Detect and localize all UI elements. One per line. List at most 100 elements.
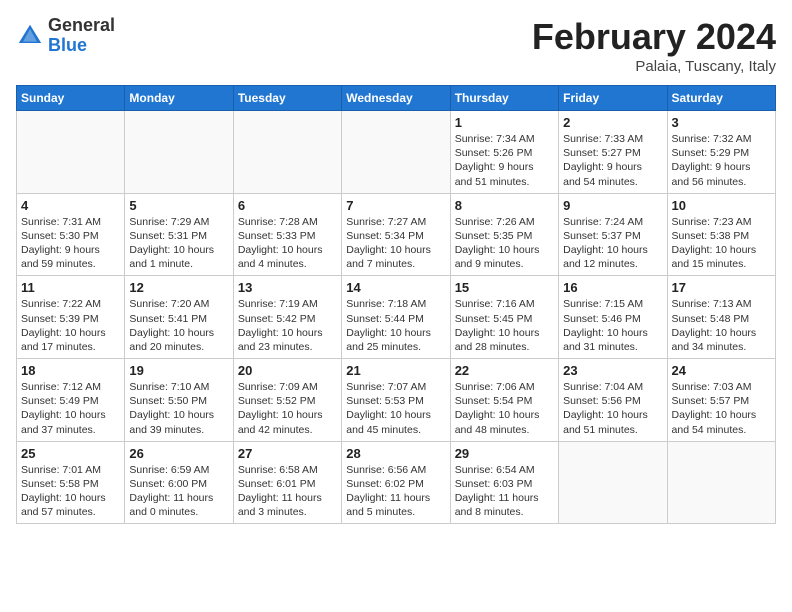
calendar-cell [17, 111, 125, 194]
calendar-cell: 2 Sunrise: 7:33 AM Sunset: 5:27 PM Daylig… [559, 111, 667, 194]
calendar-cell: 3 Sunrise: 7:32 AM Sunset: 5:29 PM Daylig… [667, 111, 775, 194]
day-number: 2 [563, 115, 662, 130]
location: Palaia, Tuscany, Italy [532, 58, 776, 75]
month-title: February 2024 [532, 16, 776, 58]
day-number: 8 [455, 198, 554, 213]
day-number: 14 [346, 280, 445, 295]
calendar-cell [667, 441, 775, 524]
day-number: 1 [455, 115, 554, 130]
day-number: 22 [455, 363, 554, 378]
logo-text: General Blue [48, 16, 115, 56]
header-cell-sunday: Sunday [17, 86, 125, 111]
calendar-cell [125, 111, 233, 194]
day-number: 21 [346, 363, 445, 378]
title-block: February 2024 Palaia, Tuscany, Italy [532, 16, 776, 75]
day-number: 3 [672, 115, 771, 130]
day-info: Sunrise: 7:07 AM Sunset: 5:53 PM Dayligh… [346, 380, 445, 437]
day-info: Sunrise: 6:59 AM Sunset: 6:00 PM Dayligh… [129, 463, 228, 520]
calendar-cell: 26 Sunrise: 6:59 AM Sunset: 6:00 PM Dayli… [125, 441, 233, 524]
day-info: Sunrise: 7:29 AM Sunset: 5:31 PM Dayligh… [129, 215, 228, 272]
day-number: 19 [129, 363, 228, 378]
day-info: Sunrise: 7:31 AM Sunset: 5:30 PM Dayligh… [21, 215, 120, 272]
calendar-cell: 15Sunrise: 7:16 AM Sunset: 5:45 PM Dayli… [450, 276, 558, 359]
header-cell-thursday: Thursday [450, 86, 558, 111]
calendar-cell: 16 Sunrise: 7:15 AM Sunset: 5:46 PM Dayli… [559, 276, 667, 359]
day-number: 24 [672, 363, 771, 378]
day-info: Sunrise: 7:32 AM Sunset: 5:29 PM Dayligh… [672, 132, 771, 189]
calendar-header: SundayMondayTuesdayWednesdayThursdayFrid… [17, 86, 776, 111]
calendar-cell: 8Sunrise: 7:26 AM Sunset: 5:35 PM Daylig… [450, 193, 558, 276]
calendar-cell: 23Sunrise: 7:04 AM Sunset: 5:56 PM Dayli… [559, 359, 667, 442]
calendar-cell: 10 Sunrise: 7:23 AM Sunset: 5:38 PM Dayli… [667, 193, 775, 276]
day-number: 7 [346, 198, 445, 213]
day-info: Sunrise: 7:12 AM Sunset: 5:49 PM Dayligh… [21, 380, 120, 437]
calendar-cell: 24 Sunrise: 7:03 AM Sunset: 5:57 PM Dayli… [667, 359, 775, 442]
calendar-cell [342, 111, 450, 194]
day-info: Sunrise: 7:06 AM Sunset: 5:54 PM Dayligh… [455, 380, 554, 437]
day-info: Sunrise: 7:09 AM Sunset: 5:52 PM Dayligh… [238, 380, 337, 437]
calendar-cell: 1 Sunrise: 7:34 AM Sunset: 5:26 PM Daylig… [450, 111, 558, 194]
day-number: 16 [563, 280, 662, 295]
day-info: Sunrise: 7:13 AM Sunset: 5:48 PM Dayligh… [672, 297, 771, 354]
day-number: 11 [21, 280, 120, 295]
calendar-cell [559, 441, 667, 524]
calendar-cell: 27 Sunrise: 6:58 AM Sunset: 6:01 PM Dayli… [233, 441, 341, 524]
day-info: Sunrise: 7:23 AM Sunset: 5:38 PM Dayligh… [672, 215, 771, 272]
day-number: 5 [129, 198, 228, 213]
day-number: 26 [129, 446, 228, 461]
calendar-cell: 13Sunrise: 7:19 AM Sunset: 5:42 PM Dayli… [233, 276, 341, 359]
day-info: Sunrise: 7:22 AM Sunset: 5:39 PM Dayligh… [21, 297, 120, 354]
calendar-row: 18 Sunrise: 7:12 AM Sunset: 5:49 PM Dayli… [17, 359, 776, 442]
day-info: Sunrise: 7:28 AM Sunset: 5:33 PM Dayligh… [238, 215, 337, 272]
calendar-cell: 11 Sunrise: 7:22 AM Sunset: 5:39 PM Dayli… [17, 276, 125, 359]
calendar-cell: 5 Sunrise: 7:29 AM Sunset: 5:31 PM Daylig… [125, 193, 233, 276]
header-cell-friday: Friday [559, 86, 667, 111]
page-header: General Blue February 2024 Palaia, Tusca… [16, 16, 776, 75]
day-number: 4 [21, 198, 120, 213]
header-cell-monday: Monday [125, 86, 233, 111]
calendar-cell: 25 Sunrise: 7:01 AM Sunset: 5:58 PM Dayli… [17, 441, 125, 524]
day-info: Sunrise: 7:33 AM Sunset: 5:27 PM Dayligh… [563, 132, 662, 189]
calendar-cell: 20Sunrise: 7:09 AM Sunset: 5:52 PM Dayli… [233, 359, 341, 442]
day-number: 28 [346, 446, 445, 461]
day-number: 23 [563, 363, 662, 378]
day-info: Sunrise: 7:20 AM Sunset: 5:41 PM Dayligh… [129, 297, 228, 354]
day-info: Sunrise: 7:03 AM Sunset: 5:57 PM Dayligh… [672, 380, 771, 437]
calendar-cell: 22 Sunrise: 7:06 AM Sunset: 5:54 PM Dayli… [450, 359, 558, 442]
day-info: Sunrise: 6:58 AM Sunset: 6:01 PM Dayligh… [238, 463, 337, 520]
calendar-cell: 6Sunrise: 7:28 AM Sunset: 5:33 PM Daylig… [233, 193, 341, 276]
day-number: 12 [129, 280, 228, 295]
day-info: Sunrise: 7:15 AM Sunset: 5:46 PM Dayligh… [563, 297, 662, 354]
calendar-cell: 14 Sunrise: 7:18 AM Sunset: 5:44 PM Dayli… [342, 276, 450, 359]
calendar-cell: 18 Sunrise: 7:12 AM Sunset: 5:49 PM Dayli… [17, 359, 125, 442]
day-number: 27 [238, 446, 337, 461]
day-info: Sunrise: 7:24 AM Sunset: 5:37 PM Dayligh… [563, 215, 662, 272]
day-info: Sunrise: 7:34 AM Sunset: 5:26 PM Dayligh… [455, 132, 554, 189]
day-number: 9 [563, 198, 662, 213]
day-info: Sunrise: 6:56 AM Sunset: 6:02 PM Dayligh… [346, 463, 445, 520]
calendar-table: SundayMondayTuesdayWednesdayThursdayFrid… [16, 85, 776, 524]
calendar-row: 1 Sunrise: 7:34 AM Sunset: 5:26 PM Daylig… [17, 111, 776, 194]
day-number: 25 [21, 446, 120, 461]
day-number: 10 [672, 198, 771, 213]
calendar-cell: 19 Sunrise: 7:10 AM Sunset: 5:50 PM Dayli… [125, 359, 233, 442]
calendar-cell [233, 111, 341, 194]
header-cell-saturday: Saturday [667, 86, 775, 111]
calendar-cell: 9 Sunrise: 7:24 AM Sunset: 5:37 PM Daylig… [559, 193, 667, 276]
calendar-cell: 12 Sunrise: 7:20 AM Sunset: 5:41 PM Dayli… [125, 276, 233, 359]
calendar-cell: 17 Sunrise: 7:13 AM Sunset: 5:48 PM Dayli… [667, 276, 775, 359]
day-info: Sunrise: 7:19 AM Sunset: 5:42 PM Dayligh… [238, 297, 337, 354]
calendar-cell: 21 Sunrise: 7:07 AM Sunset: 5:53 PM Dayli… [342, 359, 450, 442]
day-info: Sunrise: 7:10 AM Sunset: 5:50 PM Dayligh… [129, 380, 228, 437]
day-info: Sunrise: 7:16 AM Sunset: 5:45 PM Dayligh… [455, 297, 554, 354]
day-number: 17 [672, 280, 771, 295]
day-info: Sunrise: 7:27 AM Sunset: 5:34 PM Dayligh… [346, 215, 445, 272]
logo: General Blue [16, 16, 115, 56]
calendar-cell: 29Sunrise: 6:54 AM Sunset: 6:03 PM Dayli… [450, 441, 558, 524]
day-info: Sunrise: 7:01 AM Sunset: 5:58 PM Dayligh… [21, 463, 120, 520]
day-number: 18 [21, 363, 120, 378]
day-info: Sunrise: 6:54 AM Sunset: 6:03 PM Dayligh… [455, 463, 554, 520]
logo-icon [16, 22, 44, 50]
calendar-row: 11 Sunrise: 7:22 AM Sunset: 5:39 PM Dayli… [17, 276, 776, 359]
day-info: Sunrise: 7:18 AM Sunset: 5:44 PM Dayligh… [346, 297, 445, 354]
